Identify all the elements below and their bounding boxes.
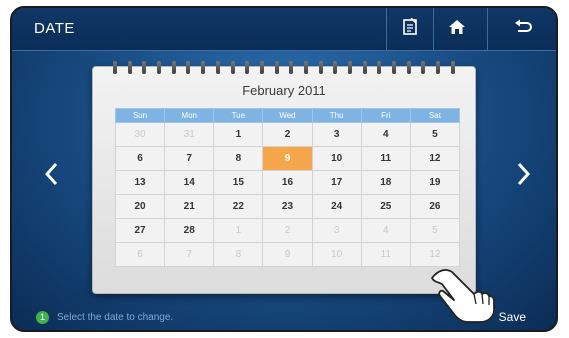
weekday-header: Tue xyxy=(213,108,264,123)
memo-button[interactable] xyxy=(386,8,433,50)
binder-ring xyxy=(333,61,338,74)
previous-month-button[interactable] xyxy=(36,156,66,196)
next-month-button[interactable] xyxy=(509,156,539,196)
memo-icon xyxy=(402,16,418,41)
calendar-week-row: 6 7 8 9 10 11 12 xyxy=(114,242,461,267)
hint-text: Select the date to change. xyxy=(57,311,174,323)
binder-ring xyxy=(245,61,250,74)
day-cell[interactable]: 26 xyxy=(409,194,461,219)
back-button[interactable] xyxy=(487,8,556,50)
day-cell[interactable]: 17 xyxy=(311,170,362,195)
weekday-header: Mon xyxy=(164,108,215,123)
binder-ring xyxy=(113,61,117,74)
day-cell[interactable]: 20 xyxy=(114,194,166,219)
day-cell[interactable]: 30 xyxy=(114,122,166,147)
binder-ring xyxy=(392,61,397,74)
binder-ring xyxy=(186,61,191,74)
calendar-week-row: 6 7 8 9 10 11 12 xyxy=(114,146,461,171)
day-cell[interactable]: 28 xyxy=(164,218,215,243)
day-cell[interactable]: 21 xyxy=(164,194,215,219)
pointing-hand-icon xyxy=(431,269,495,323)
day-cell[interactable]: 6 xyxy=(114,242,166,267)
day-cell[interactable]: 15 xyxy=(213,170,264,195)
binder-ring xyxy=(157,61,162,74)
back-arrow-icon xyxy=(514,19,532,40)
screen-title: DATE xyxy=(34,20,75,37)
day-cell[interactable]: 7 xyxy=(164,146,215,171)
binder-ring xyxy=(289,61,294,74)
day-cell[interactable]: 22 xyxy=(213,194,264,219)
day-cell[interactable]: 14 xyxy=(164,170,215,195)
day-cell[interactable]: 2 xyxy=(262,122,313,147)
binder-ring xyxy=(201,61,206,74)
day-cell[interactable]: 5 xyxy=(409,218,461,243)
weekday-header: Wed xyxy=(262,108,313,123)
day-cell[interactable]: 11 xyxy=(360,146,411,171)
day-cell[interactable]: 11 xyxy=(360,242,411,267)
calendar-week-row: 30 31 1 2 3 4 5 xyxy=(114,122,461,147)
binder-ring xyxy=(450,61,455,74)
month-title: February 2011 xyxy=(242,83,326,98)
day-cell[interactable]: 5 xyxy=(409,122,461,147)
binder-ring xyxy=(171,61,176,74)
day-cell[interactable]: 8 xyxy=(213,146,264,171)
calendar-week-row: 20 21 22 23 24 25 26 xyxy=(114,194,461,219)
calendar-week-row: 27 28 1 2 3 4 5 xyxy=(114,218,461,243)
calendar-rings xyxy=(113,61,455,75)
home-button[interactable] xyxy=(433,8,480,50)
binder-ring xyxy=(303,61,308,74)
step-badge: 1 xyxy=(36,310,49,324)
device-screen: DATE February 2011 Sun Mon Tue Wed Thu F… xyxy=(10,6,558,332)
day-cell[interactable]: 1 xyxy=(213,218,264,243)
day-cell[interactable]: 4 xyxy=(360,122,411,147)
day-cell[interactable]: 1 xyxy=(213,122,264,147)
day-cell[interactable]: 2 xyxy=(262,218,313,243)
binder-ring xyxy=(421,61,426,74)
weekday-header: Fri xyxy=(360,108,411,123)
day-cell[interactable]: 3 xyxy=(311,122,362,147)
day-cell[interactable]: 9 xyxy=(262,242,313,267)
chevron-left-icon xyxy=(44,162,58,191)
day-cell[interactable]: 23 xyxy=(262,194,313,219)
day-cell[interactable]: 8 xyxy=(213,242,264,267)
day-cell[interactable]: 3 xyxy=(311,218,362,243)
binder-ring xyxy=(377,61,382,74)
binder-ring xyxy=(274,61,279,74)
day-cell[interactable]: 4 xyxy=(360,218,411,243)
weekday-header: Thu xyxy=(311,108,362,123)
day-cell[interactable]: 24 xyxy=(311,194,362,219)
binder-ring xyxy=(436,61,441,74)
binder-ring xyxy=(362,61,367,74)
calendar-week-row: 13 14 15 16 17 18 19 xyxy=(114,170,461,195)
weekday-header: Sun xyxy=(114,108,166,123)
day-cell[interactable]: 16 xyxy=(262,170,313,195)
day-cell[interactable]: 10 xyxy=(311,146,362,171)
top-bar: DATE xyxy=(12,8,556,51)
selected-day-cell[interactable]: 9 xyxy=(262,146,313,171)
day-cell[interactable]: 12 xyxy=(409,146,461,171)
day-cell[interactable]: 13 xyxy=(114,170,166,195)
day-cell[interactable]: 19 xyxy=(409,170,461,195)
binder-ring xyxy=(318,61,323,74)
binder-ring xyxy=(259,61,264,74)
binder-ring xyxy=(142,61,147,74)
weekday-header: Sat xyxy=(409,108,461,123)
calendar-grid: Sun Mon Tue Wed Thu Fri Sat 30 31 1 2 3 4 5 6 7 8 9 10 11 1… xyxy=(114,108,461,267)
binder-ring xyxy=(127,61,132,74)
day-cell[interactable]: 18 xyxy=(360,170,411,195)
home-icon xyxy=(448,19,466,40)
calendar-card: February 2011 Sun Mon Tue Wed Thu Fri Sat 30 31… xyxy=(92,61,476,294)
binder-ring xyxy=(406,61,411,74)
binder-ring xyxy=(215,61,220,74)
day-cell[interactable]: 25 xyxy=(360,194,411,219)
day-cell[interactable]: 7 xyxy=(164,242,215,267)
binder-ring xyxy=(348,61,352,74)
hint-bar: 1 Select the date to change. xyxy=(36,308,173,326)
day-cell[interactable]: 31 xyxy=(164,122,215,147)
chevron-right-icon xyxy=(517,162,531,191)
day-cell[interactable]: 6 xyxy=(114,146,166,171)
day-cell[interactable]: 27 xyxy=(114,218,166,243)
binder-ring xyxy=(230,61,235,74)
day-cell[interactable]: 10 xyxy=(311,242,362,267)
